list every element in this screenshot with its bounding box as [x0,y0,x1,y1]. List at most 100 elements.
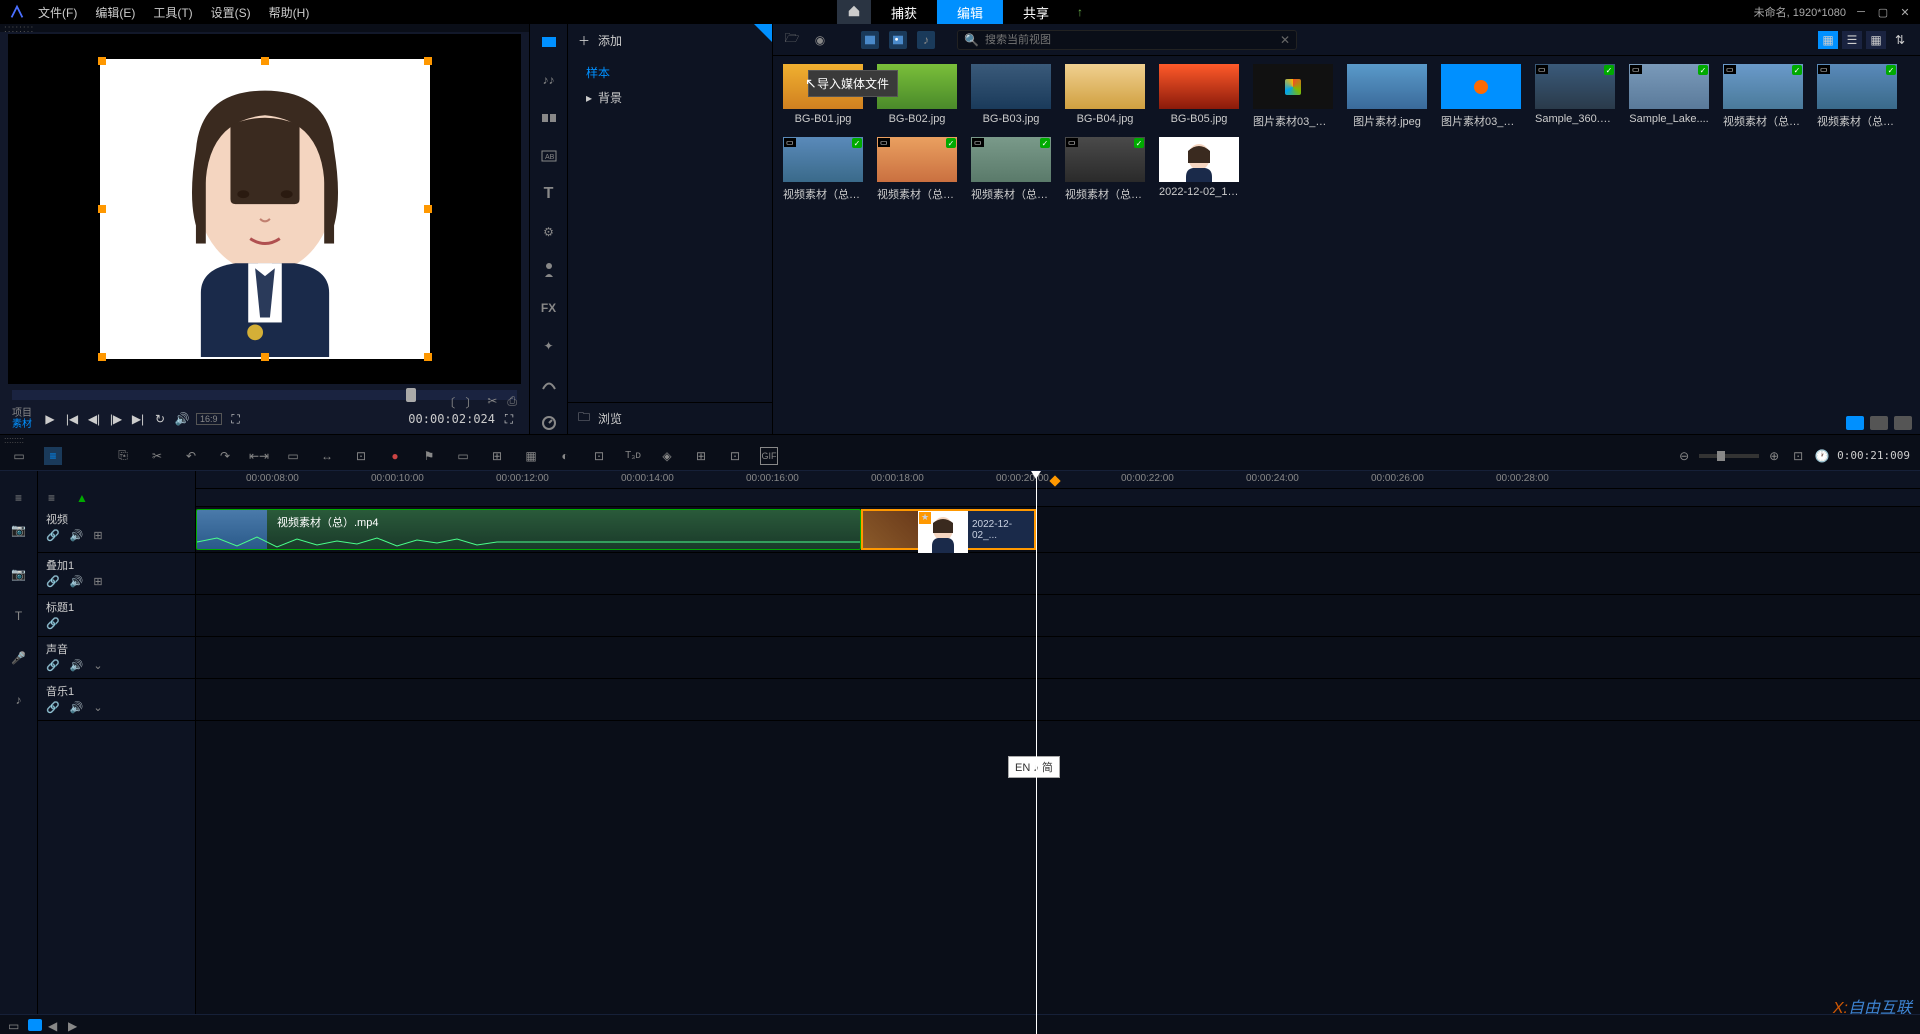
menu-file[interactable]: 文件(F) [38,4,77,21]
search-box[interactable]: 🔍 ✕ [957,30,1297,50]
tab-share[interactable]: 共享 [1003,0,1069,26]
step-back-button[interactable]: ◀| [86,411,102,427]
tl-timeline-button[interactable]: ≡ [44,447,62,465]
filter-audio-button[interactable]: ♪ [917,31,935,49]
timeline-tracks[interactable]: 00:00:08:0000:00:10:0000:00:12:0000:00:1… [196,471,1920,1034]
track-header[interactable]: 叠加1🔗🔊⊞ [38,553,195,595]
library-item[interactable]: ▭✓视频素材（总）.... [1817,64,1897,129]
library-item[interactable]: 2022-12-02_14... [1159,137,1239,202]
resize-preview-icon[interactable]: ⛶ [228,411,244,427]
track-header[interactable]: 标题1🔗 [38,595,195,637]
library-item[interactable]: BG-B05.jpg [1159,64,1239,129]
track-header[interactable]: 声音🔗🔊⌄ [38,637,195,679]
panel-grip[interactable]: :::::::: [0,24,529,32]
tl-clock-icon[interactable]: 🕐 [1813,447,1831,465]
resize-handle-mr[interactable] [424,205,432,213]
add-media-button[interactable]: ＋ 添加 [568,24,772,56]
tl-copy-button[interactable]: ⎘ [114,447,132,465]
tl-marker-button[interactable]: ⚑ [420,447,438,465]
clear-search-icon[interactable]: ✕ [1280,33,1290,47]
tl-chapter-button[interactable]: ▭ [454,447,472,465]
track-link-icon[interactable]: 🔗 [46,617,60,630]
track-icon-video[interactable]: 📷 [0,507,37,553]
library-item[interactable]: 图片素材.jpeg [1347,64,1427,129]
tl-motion-button[interactable]: ⊞ [692,447,710,465]
panel-mode-3[interactable] [1894,416,1912,430]
bb-next[interactable]: ▶ [68,1019,82,1031]
tl-multitrim-button[interactable]: ⊞ [488,447,506,465]
goto-end-button[interactable]: ▶| [130,411,146,427]
tl-zoom-sel-button[interactable]: ⊡ [352,447,370,465]
tool-path[interactable] [539,374,559,394]
goto-start-button[interactable]: |◀ [64,411,80,427]
minimize-button[interactable]: ─ [1854,5,1868,19]
tl-track-button[interactable]: ⊡ [590,447,608,465]
menu-edit[interactable]: 编辑(E) [95,4,135,21]
track-hdr-opt1[interactable]: ≡ [48,491,62,505]
zoom-out-button[interactable]: ⊖ [1675,447,1693,465]
library-item[interactable]: BG-B03.jpg [971,64,1051,129]
resize-handle-bl[interactable] [98,353,106,361]
view-list-button[interactable]: ☰ [1842,31,1862,49]
tl-undo-button[interactable]: ↶ [182,447,200,465]
track-vol-icon[interactable]: 🔊 [70,701,84,714]
track-expand-icon[interactable]: ⌄ [93,701,102,714]
tl-redo-button[interactable]: ↷ [216,447,234,465]
track-voice[interactable] [196,637,1920,679]
import-folder-button[interactable]: 🗁 [783,31,801,49]
tab-edit[interactable]: 编辑 [937,0,1003,26]
track-icon-music[interactable]: ♪ [0,679,37,721]
fullscreen-button[interactable]: ⛶ [501,411,517,427]
preview-scrubber[interactable] [12,390,517,400]
tl-cut-button[interactable]: ✂ [148,447,166,465]
tl-mask-button[interactable]: ◐ [556,447,574,465]
track-link-icon[interactable]: 🔗 [46,529,60,542]
mode-project[interactable]: 项目 [12,408,32,419]
nav-backgrounds[interactable]: ▸背景 [568,85,772,110]
tl-crop-button[interactable]: ⊡ [726,447,744,465]
tool-speed[interactable] [539,412,559,432]
view-grid-button[interactable]: ▦ [1866,31,1886,49]
bb-prev[interactable]: ◀ [48,1019,62,1031]
track-grid-icon[interactable]: ⊞ [93,529,102,542]
library-item[interactable]: ▭✓视频素材（总）.... [877,137,957,202]
maximize-button[interactable]: ▢ [1876,5,1890,19]
track-music[interactable] [196,679,1920,721]
track-icon-overlay[interactable]: 📷 [0,553,37,595]
pin-corner-icon[interactable] [754,24,772,42]
view-large-button[interactable]: ▦ [1818,31,1838,49]
track-link-icon[interactable]: 🔗 [46,701,60,714]
close-button[interactable]: ✕ [1898,5,1912,19]
scrubber-thumb[interactable] [406,388,416,402]
track-vol-icon[interactable]: 🔊 [70,575,84,588]
resize-handle-bm[interactable] [261,353,269,361]
library-item[interactable]: 图片素材03_副... [1441,64,1521,129]
library-item[interactable]: ▭✓视频素材（总）.... [783,137,863,202]
mode-source[interactable]: 素材 [12,419,32,430]
trim-in-icon[interactable]: 〔 [443,394,455,411]
upload-icon[interactable]: ↑ [1077,5,1083,19]
tool-magic[interactable]: ✦ [539,336,559,356]
tl-stretch-button[interactable]: ↔ [318,447,336,465]
track-list-icon[interactable]: ≡ [15,491,22,505]
track-grid-icon[interactable]: ⊞ [93,575,102,588]
track-header[interactable]: 音乐1🔗🔊⌄ [38,679,195,721]
tl-storyboard-button[interactable]: ▭ [10,447,28,465]
library-item[interactable]: BG-B04.jpg [1065,64,1145,129]
library-item[interactable]: ▭✓视频素材（总）.... [1065,137,1145,202]
filter-image-button[interactable] [889,31,907,49]
zoom-in-button[interactable]: ⊕ [1765,447,1783,465]
tool-text[interactable]: T [539,184,559,204]
library-item[interactable]: 图片素材03_副... [1253,64,1333,129]
tool-media[interactable] [539,32,559,52]
bb-icon1[interactable]: ▭ [8,1019,22,1031]
snapshot-icon[interactable]: ⎙ [507,394,517,411]
panel-mode-2[interactable] [1870,416,1888,430]
track-expand-icon[interactable]: ⌄ [93,659,102,672]
library-item[interactable]: ▭✓Sample_Lake.... [1629,64,1709,129]
play-button[interactable]: ▶ [42,411,58,427]
track-icon-title[interactable]: T [0,595,37,637]
menu-tools[interactable]: 工具(T) [153,4,192,21]
search-input[interactable] [985,34,1274,46]
clip-video-2[interactable]: ★ 2022-12-02_... [861,509,1036,550]
